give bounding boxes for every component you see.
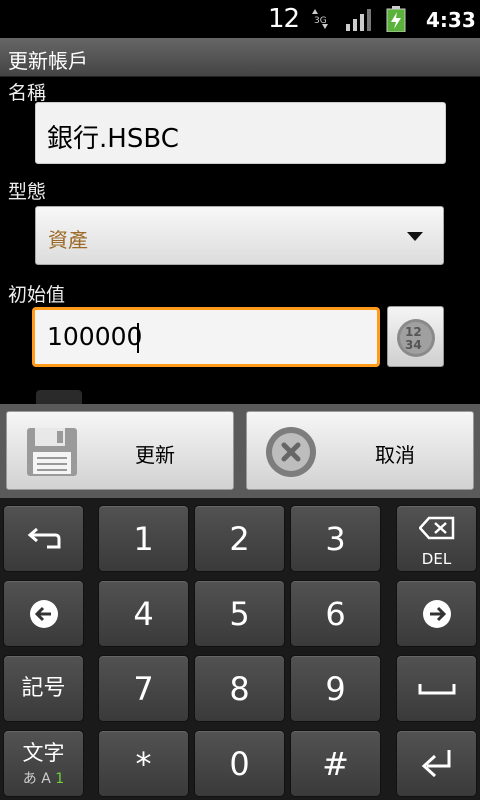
type-selected-value: 資產 [48,228,88,252]
save-icon [27,428,77,476]
name-value: 銀行.HSBC [47,124,179,154]
key-6-label: 6 [325,595,346,633]
key-8[interactable]: 8 [194,655,285,722]
symbol-key-label: 記号 [21,676,66,701]
backspace-icon [418,516,454,540]
signal-strength-icon [346,9,371,31]
key-9-label: 9 [325,670,346,708]
delete-key[interactable]: DEL [396,505,477,572]
calculator-button[interactable]: 12 34 [387,306,444,367]
arrow-right-icon [422,599,451,628]
status-time: 4:33 [426,8,476,32]
key-hash-label: # [322,745,349,783]
arrow-left-icon [29,599,58,628]
key-asterisk[interactable]: * [98,730,189,797]
battery-charging-icon [386,6,406,32]
cancel-button[interactable]: 取消 [246,411,474,490]
3g-data-icon: 3G [312,9,328,29]
action-bar: 更新 取消 [0,404,480,498]
undo-icon [27,527,60,548]
key-2[interactable]: 2 [194,505,285,572]
key-9[interactable]: 9 [290,655,381,722]
key-7-label: 7 [133,670,154,708]
key-1-label: 1 [133,520,154,558]
enter-key[interactable] [396,730,477,797]
update-button[interactable]: 更新 [6,411,234,490]
status-bar: 12 3G 4:33 [0,0,480,38]
numeric-keyboard: 1 2 3 DEL 4 5 6 記号 7 8 9 文字 あ A 1 * 0 # [0,498,480,800]
input-mode-key[interactable]: 文字 あ A 1 [3,730,84,797]
cursor-left-key[interactable] [3,580,84,647]
chevron-down-icon [407,232,423,241]
text-cursor [137,323,139,353]
type-label: 型態 [8,181,47,203]
key-5-label: 5 [229,595,250,633]
key-3-label: 3 [325,520,346,558]
mode-hiragana: あ [22,771,37,787]
enter-icon [421,749,450,777]
update-label: 更新 [135,443,175,467]
input-mode-label: 文字 [22,741,65,765]
mode-numeric: 1 [55,771,65,787]
initial-value-label: 初始值 [8,284,66,306]
partial-field [36,390,82,404]
space-icon [418,683,455,694]
key-3[interactable]: 3 [290,505,381,572]
svg-text:3G: 3G [314,16,327,26]
symbol-key[interactable]: 記号 [3,655,84,722]
key-4[interactable]: 4 [98,580,189,647]
name-label: 名稱 [8,82,47,104]
mode-alpha: A [41,771,51,787]
svg-text:12: 12 [405,325,422,339]
key-1[interactable]: 1 [98,505,189,572]
cancel-label: 取消 [375,443,415,467]
initial-value-field[interactable]: 100000 [32,307,380,367]
calculator-icon: 12 34 [397,319,435,357]
page-title: 更新帳戶 [8,49,88,73]
key-hash[interactable]: # [290,730,381,797]
key-asterisk-label: * [135,745,152,783]
undo-key[interactable] [3,505,84,572]
key-0-label: 0 [229,745,250,783]
key-7[interactable]: 7 [98,655,189,722]
name-field[interactable]: 銀行.HSBC [35,102,446,164]
key-0[interactable]: 0 [194,730,285,797]
title-bar: 更新帳戶 [0,38,480,77]
svg-text:34: 34 [405,338,422,352]
type-select[interactable]: 資產 [35,206,444,265]
initial-value-text: 100000 [47,322,143,351]
key-6[interactable]: 6 [290,580,381,647]
cursor-right-key[interactable] [396,580,477,647]
key-8-label: 8 [229,670,250,708]
key-4-label: 4 [133,595,154,633]
input-mode-indicator: あ A 1 [4,768,83,788]
key-2-label: 2 [229,520,250,558]
delete-key-label: DEL [421,550,452,568]
key-5[interactable]: 5 [194,580,285,647]
cancel-icon [266,427,316,477]
space-key[interactable] [396,655,477,722]
notification-count: 12 [268,4,300,34]
